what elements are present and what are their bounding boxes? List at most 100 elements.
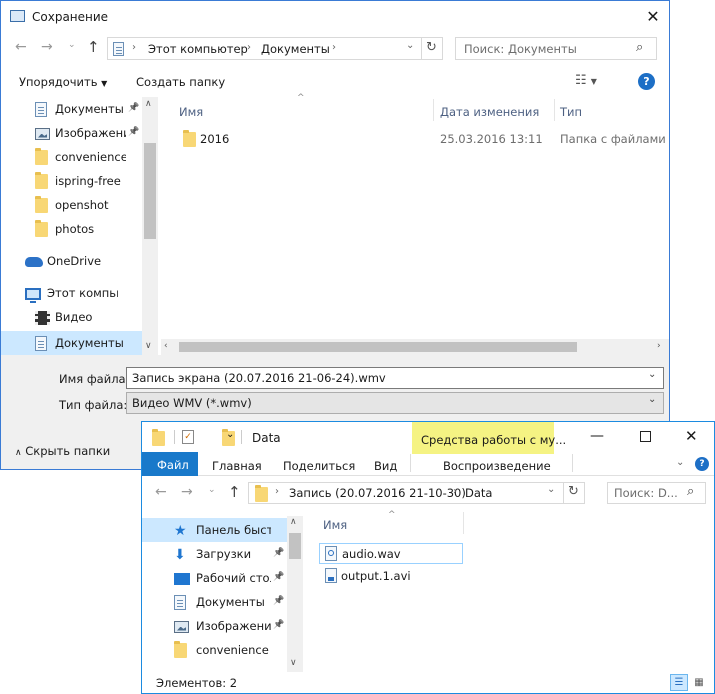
column-type[interactable]: Тип <box>560 105 582 119</box>
folder-icon <box>183 130 196 147</box>
save-list-h-thumb[interactable] <box>179 342 577 352</box>
save-address-bar[interactable]: › Этот компьютер › Документы › ⌄ ↻ <box>107 37 443 60</box>
back-button[interactable]: ← <box>15 39 27 55</box>
pin-icon[interactable]: 📌 <box>128 127 139 137</box>
file-row-avi[interactable]: output.1.avi <box>319 566 463 587</box>
search-icon: ⌕ <box>636 40 644 55</box>
help-icon[interactable]: ? <box>695 457 709 471</box>
nav-item[interactable]: convenience <box>1 145 142 169</box>
filename-input[interactable]: Запись экрана (20.07.2016 21-06-24).wmv … <box>126 367 664 389</box>
save-search-box[interactable]: Поиск: Документы ⌕ <box>455 37 657 60</box>
save-close-button[interactable]: ✕ <box>635 5 669 29</box>
filetype-value: Видео WMV (*.wmv) <box>132 396 252 410</box>
save-dialog: Сохранение ✕ ← → ⌄ ↑ › Этот компьютер › … <box>0 0 670 470</box>
save-nav-scrollbar[interactable]: ∧ ∨ <box>142 97 158 355</box>
minimize-button[interactable]: — <box>590 428 604 444</box>
forward-button[interactable]: → <box>41 39 53 55</box>
nav-item[interactable]: ispring-free <box>1 169 142 193</box>
nav-item[interactable]: ⬇ Загрузки 📌 <box>142 542 287 566</box>
hide-folders-button[interactable]: ∧ Скрыть папки <box>15 444 110 458</box>
column-name[interactable]: Имя <box>323 518 347 532</box>
explorer-nav-scroll-thumb[interactable] <box>289 533 301 559</box>
scroll-up-icon[interactable]: ∧ <box>290 517 297 527</box>
large-icons-view-button[interactable]: ▦ <box>690 674 708 691</box>
nav-item[interactable]: Документы 📌 <box>142 590 287 614</box>
pin-icon[interactable]: 📌 <box>273 596 284 606</box>
qa-dropdown-icon[interactable]: ⌄ <box>226 429 234 440</box>
address-dropdown-icon[interactable]: ⌄ <box>406 40 414 51</box>
qa-divider <box>174 430 175 444</box>
refresh-icon[interactable]: ↻ <box>426 40 437 55</box>
explorer-nav-scrollbar[interactable]: ∧ ∨ <box>287 516 303 672</box>
organize-button[interactable]: Упорядочить ▼ <box>19 75 107 89</box>
new-folder-button[interactable]: Создать папку <box>136 75 225 89</box>
address-crumb-computer[interactable]: Этот компьютер <box>148 42 248 56</box>
save-search-input[interactable]: Поиск: Документы <box>464 42 577 56</box>
nav-item-label: Видео <box>55 310 93 324</box>
view-options-icon[interactable]: ☷ ▼ <box>575 73 597 88</box>
details-view-button[interactable]: ☰ <box>670 674 688 691</box>
explorer-search-box[interactable]: Поиск: D... ⌕ <box>607 482 706 504</box>
tab-share[interactable]: Поделиться <box>283 459 355 473</box>
nav-item[interactable]: convenience <box>142 638 287 662</box>
explorer-search-input[interactable]: Поиск: D... <box>614 486 678 500</box>
properties-icon[interactable]: ✓ <box>182 430 194 444</box>
scroll-right-icon[interactable]: › <box>657 341 661 351</box>
ribbon-expand-icon[interactable]: ⌄ <box>676 457 684 468</box>
explorer-titlebar[interactable]: ✓ ⌄ Data Средства работы с му... — ✕ <box>142 422 714 454</box>
explorer-address-bar[interactable]: › Запись (20.07.2016 21-10-30) › Data ⌄ … <box>248 482 585 504</box>
address-crumb-data[interactable]: Data <box>465 486 492 500</box>
address-crumb-documents[interactable]: Документы <box>261 42 330 56</box>
audio-file-icon <box>325 546 337 561</box>
video-file-icon <box>325 568 337 583</box>
save-titlebar[interactable]: Сохранение ✕ <box>1 1 669 33</box>
explorer-file-list: ^ Имя audio.wav output.1.avi <box>314 510 714 672</box>
pin-icon[interactable]: 📌 <box>273 620 284 630</box>
nav-item[interactable]: OneDrive <box>1 249 142 273</box>
pin-icon[interactable]: 📌 <box>273 572 284 582</box>
tab-home[interactable]: Главная <box>212 459 262 473</box>
tab-view[interactable]: Вид <box>374 459 397 473</box>
file-row-2016[interactable]: 2016 25.03.2016 13:11 Папка с файлами <box>161 127 669 149</box>
folder-icon <box>35 196 48 213</box>
recent-chevron-icon[interactable]: ⌄ <box>68 40 76 50</box>
save-nav-scroll-thumb[interactable] <box>144 143 156 239</box>
nav-item[interactable]: Рабочий стол 📌 <box>142 566 287 590</box>
address-dropdown-icon[interactable]: ⌄ <box>547 484 555 495</box>
nav-item[interactable]: openshot <box>1 193 142 217</box>
help-icon[interactable]: ? <box>638 73 655 90</box>
filetype-select[interactable]: Видео WMV (*.wmv) ⌄ <box>126 392 664 414</box>
column-date[interactable]: Дата изменения <box>440 105 539 119</box>
nav-item[interactable]: Документы <box>1 331 142 355</box>
scroll-down-icon[interactable]: ∨ <box>290 658 297 668</box>
nav-item[interactable]: Этот компьютер <box>1 281 142 305</box>
maximize-button[interactable] <box>640 431 651 442</box>
nav-item[interactable]: Документы 📌 <box>1 97 142 121</box>
scroll-down-icon[interactable]: ∨ <box>145 341 152 351</box>
folder-icon <box>152 429 165 446</box>
recent-chevron-icon[interactable]: ⌄ <box>208 485 216 495</box>
nav-item[interactable]: Изображени 📌 <box>1 121 142 145</box>
up-button[interactable]: ↑ <box>87 38 100 56</box>
file-row-audio[interactable]: audio.wav <box>319 543 463 564</box>
nav-item[interactable]: ★ Панель быстрого <box>142 518 287 542</box>
column-name[interactable]: Имя <box>179 105 203 119</box>
tab-file[interactable]: Файл <box>142 452 198 476</box>
back-button[interactable]: ← <box>155 484 167 500</box>
refresh-icon[interactable]: ↻ <box>568 484 579 499</box>
nav-item[interactable]: photos <box>1 217 142 241</box>
pin-icon[interactable]: 📌 <box>128 103 139 113</box>
tab-divider <box>410 454 411 472</box>
scroll-left-icon[interactable]: ‹ <box>164 341 168 351</box>
forward-button[interactable]: → <box>181 484 193 500</box>
nav-item[interactable]: Видео <box>1 305 142 329</box>
tab-playback[interactable]: Воспроизведение <box>443 459 551 473</box>
up-button[interactable]: ↑ <box>228 483 241 501</box>
nav-item[interactable]: Изображения 📌 <box>142 614 287 638</box>
address-crumb-recording[interactable]: Запись (20.07.2016 21-10-30) <box>289 486 466 500</box>
save-list-h-scrollbar[interactable]: ‹ › <box>161 339 669 355</box>
scroll-up-icon[interactable]: ∧ <box>145 99 152 109</box>
pin-icon[interactable]: 📌 <box>273 548 284 558</box>
chevron-down-icon[interactable]: ⌄ <box>648 369 656 380</box>
explorer-close-button[interactable]: ✕ <box>685 427 698 445</box>
